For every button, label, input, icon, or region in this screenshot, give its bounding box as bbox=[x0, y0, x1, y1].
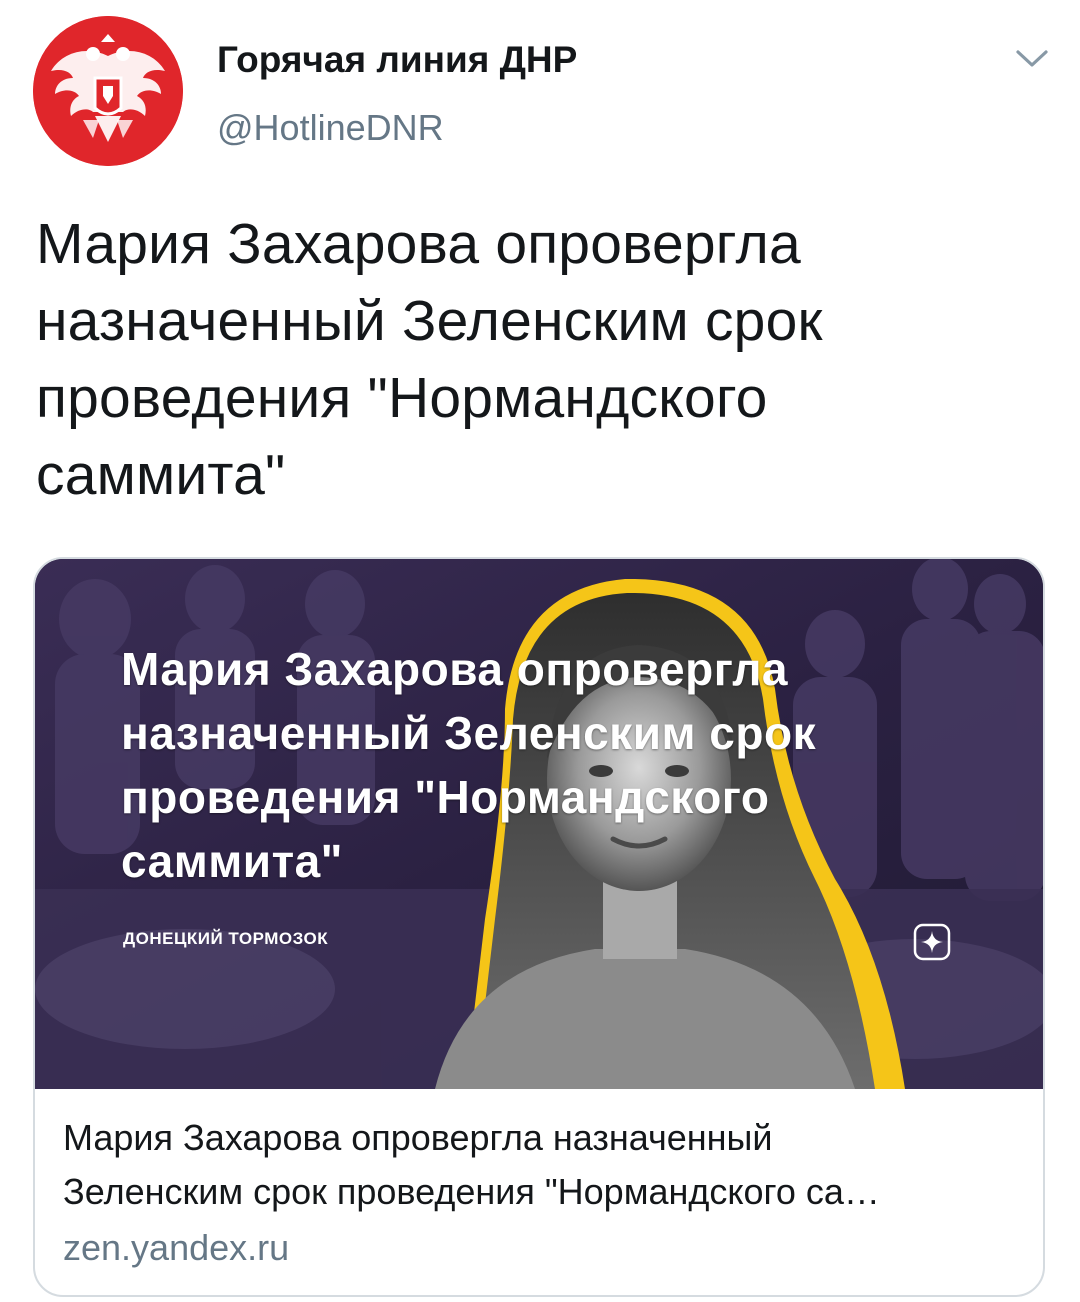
tweet-text-line: саммита" bbox=[36, 443, 286, 507]
tweet-text-line: проведения "Нормандского bbox=[36, 366, 768, 430]
tweet-text-line: назначенный Зеленским срок bbox=[36, 289, 823, 353]
tweet-text-line: Мария Захарова опровергла bbox=[36, 212, 801, 276]
card-image-headline-line: саммита" bbox=[121, 835, 343, 887]
zen-logo-icon bbox=[913, 923, 951, 961]
tweet: Горячая линия ДНР @HotlineDNR Мария Заха… bbox=[0, 0, 1080, 1302]
tweet-menu-button[interactable] bbox=[1012, 42, 1052, 74]
card-image-headline-line: назначенный Зеленским срок bbox=[121, 707, 817, 759]
tweet-text: Мария Захарова опровергла назначенный Зе… bbox=[36, 206, 1046, 514]
chevron-down-icon bbox=[1016, 50, 1048, 67]
card-domain[interactable]: zen.yandex.ru bbox=[63, 1225, 289, 1271]
card-image-headline-line: проведения "Нормандского bbox=[121, 771, 770, 823]
card-image-headline-line: Мария Захарова опровергла bbox=[121, 643, 789, 695]
link-card[interactable]: Мария Захарова опровергла назначенный Зе… bbox=[33, 557, 1045, 1297]
dnr-coat-of-arms-icon bbox=[33, 16, 183, 166]
card-image[interactable]: Мария Захарова опровергла назначенный Зе… bbox=[35, 559, 1043, 1089]
card-image-headline: Мария Захарова опровергла назначенный Зе… bbox=[121, 637, 981, 893]
user-handle[interactable]: @HotlineDNR bbox=[217, 106, 444, 150]
card-image-source-label: ДОНЕЦКИЙ ТОРМОЗОК bbox=[123, 929, 329, 948]
display-name[interactable]: Горячая линия ДНР bbox=[217, 38, 577, 82]
avatar[interactable] bbox=[33, 16, 183, 166]
card-title[interactable]: Мария Захарова опровергла назначенный Зе… bbox=[63, 1111, 1013, 1219]
card-title-line: Зеленским срок проведения "Нормандского … bbox=[63, 1171, 880, 1212]
card-title-line: Мария Захарова опровергла назначенный bbox=[63, 1117, 773, 1158]
